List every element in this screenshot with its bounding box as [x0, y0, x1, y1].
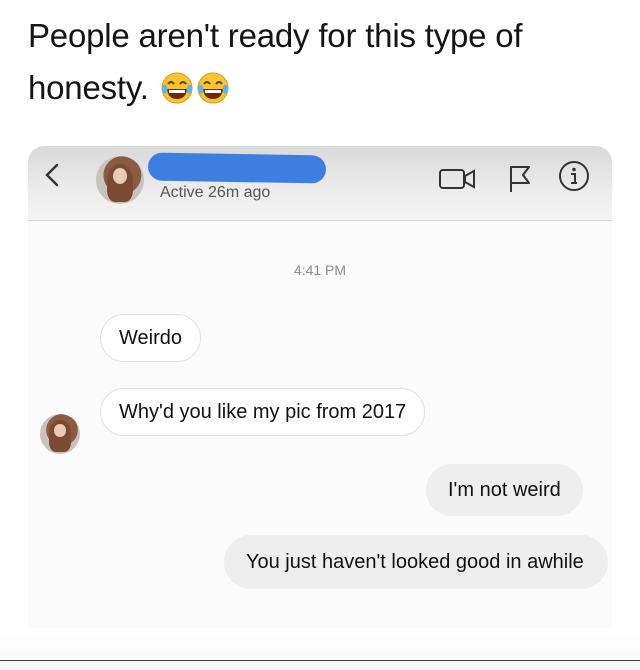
tears-of-joy-emoji-icon: [161, 72, 193, 104]
message-text: Weirdo: [119, 327, 182, 349]
message-text: Why'd you like my pic from 2017: [119, 401, 407, 423]
active-status: Active 26m ago: [160, 184, 271, 201]
message-text: You just haven't looked good in awhile: [246, 551, 584, 573]
back-chevron-icon[interactable]: [42, 162, 64, 188]
sent-message-bubble[interactable]: I'm not weird: [426, 464, 583, 516]
message-text: I'm not weird: [448, 479, 561, 501]
contact-avatar[interactable]: [96, 156, 144, 204]
received-message-bubble[interactable]: Why'd you like my pic from 2017: [100, 388, 426, 436]
video-call-icon[interactable]: [438, 164, 478, 194]
message-timestamp: 4:41 PM: [293, 262, 347, 278]
caption-line-2: honesty.: [28, 69, 149, 106]
flag-icon[interactable]: [505, 164, 535, 194]
sent-message-bubble[interactable]: You just haven't looked good in awhile: [224, 535, 608, 589]
info-icon[interactable]: [558, 160, 590, 192]
bottom-divider: [0, 660, 640, 661]
redacted-username: [147, 152, 327, 184]
bottom-fade: [0, 628, 640, 670]
dm-screenshot: Active 26m ago 4:41 PM Weirdo Why'd you …: [28, 146, 612, 634]
chat-header: Active 26m ago: [28, 146, 612, 221]
caption-line-1: People aren't ready for this type of: [28, 17, 523, 54]
sender-avatar[interactable]: [40, 414, 80, 454]
post-caption: People aren't ready for this type of hon…: [28, 10, 618, 114]
received-message-bubble[interactable]: Weirdo: [100, 314, 201, 362]
tears-of-joy-emoji-icon: [197, 72, 229, 104]
